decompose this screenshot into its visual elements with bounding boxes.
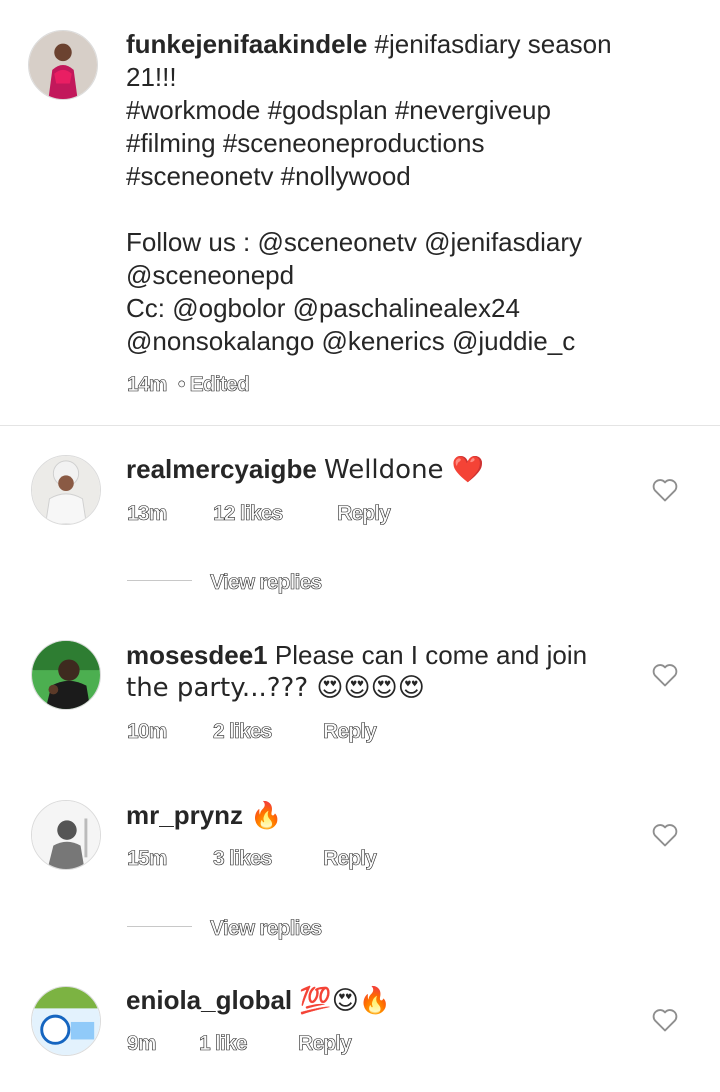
- caption-text: funkejenifaakindele #jenifasdiary season…: [126, 29, 612, 356]
- view-replies-line: [127, 926, 192, 927]
- reply-button[interactable]: Reply: [323, 847, 378, 871]
- comment-time: 10m: [127, 720, 168, 744]
- comment-time: 13m: [127, 502, 168, 526]
- avatar-image: [32, 801, 100, 869]
- view-replies-button[interactable]: View replies: [210, 917, 323, 941]
- comment-likes[interactable]: 2 likes: [213, 720, 273, 744]
- comment-likes[interactable]: 3 likes: [213, 847, 273, 871]
- avatar-image: [29, 31, 97, 99]
- caption-username[interactable]: funkejenifaakindele: [126, 29, 367, 59]
- avatar-image: [32, 641, 100, 709]
- like-heart-icon[interactable]: [651, 822, 679, 848]
- comment-username[interactable]: eniola_global: [126, 985, 292, 1015]
- caption-avatar[interactable]: [28, 30, 98, 100]
- like-heart-icon[interactable]: [651, 1007, 679, 1033]
- comment-likes[interactable]: 1 like: [199, 1032, 248, 1056]
- comment-text: mr_prynz 🔥: [126, 800, 283, 831]
- comment-text: mosesdee1 Please can I come and join the…: [126, 640, 588, 703]
- comment-time: 9m: [127, 1032, 157, 1056]
- comment-username[interactable]: mr_prynz: [126, 800, 243, 830]
- comment-avatar[interactable]: [31, 640, 101, 710]
- comment-avatar[interactable]: [31, 800, 101, 870]
- caption-divider: [0, 425, 720, 426]
- like-heart-icon[interactable]: [651, 477, 679, 503]
- comment-text: eniola_global 💯😍🔥: [126, 985, 392, 1016]
- reply-button[interactable]: Reply: [337, 502, 392, 526]
- reply-button[interactable]: Reply: [298, 1032, 353, 1056]
- caption-time: 14m: [127, 373, 168, 397]
- like-heart-icon[interactable]: [651, 662, 679, 688]
- avatar-image: [32, 987, 100, 1055]
- comment-likes[interactable]: 12 likes: [213, 502, 284, 526]
- caption-edited: • Edited: [178, 373, 250, 397]
- avatar-image: [32, 456, 100, 524]
- comment-username[interactable]: mosesdee1: [126, 640, 268, 670]
- comment-avatar[interactable]: [31, 986, 101, 1056]
- view-replies-line: [127, 580, 192, 581]
- comment-time: 15m: [127, 847, 168, 871]
- view-replies-button[interactable]: View replies: [210, 571, 323, 595]
- reply-button[interactable]: Reply: [323, 720, 378, 744]
- comment-text: realmercyaigbe Welldone ❤️: [126, 454, 485, 485]
- comment-avatar[interactable]: [31, 455, 101, 525]
- comment-username[interactable]: realmercyaigbe: [126, 454, 317, 484]
